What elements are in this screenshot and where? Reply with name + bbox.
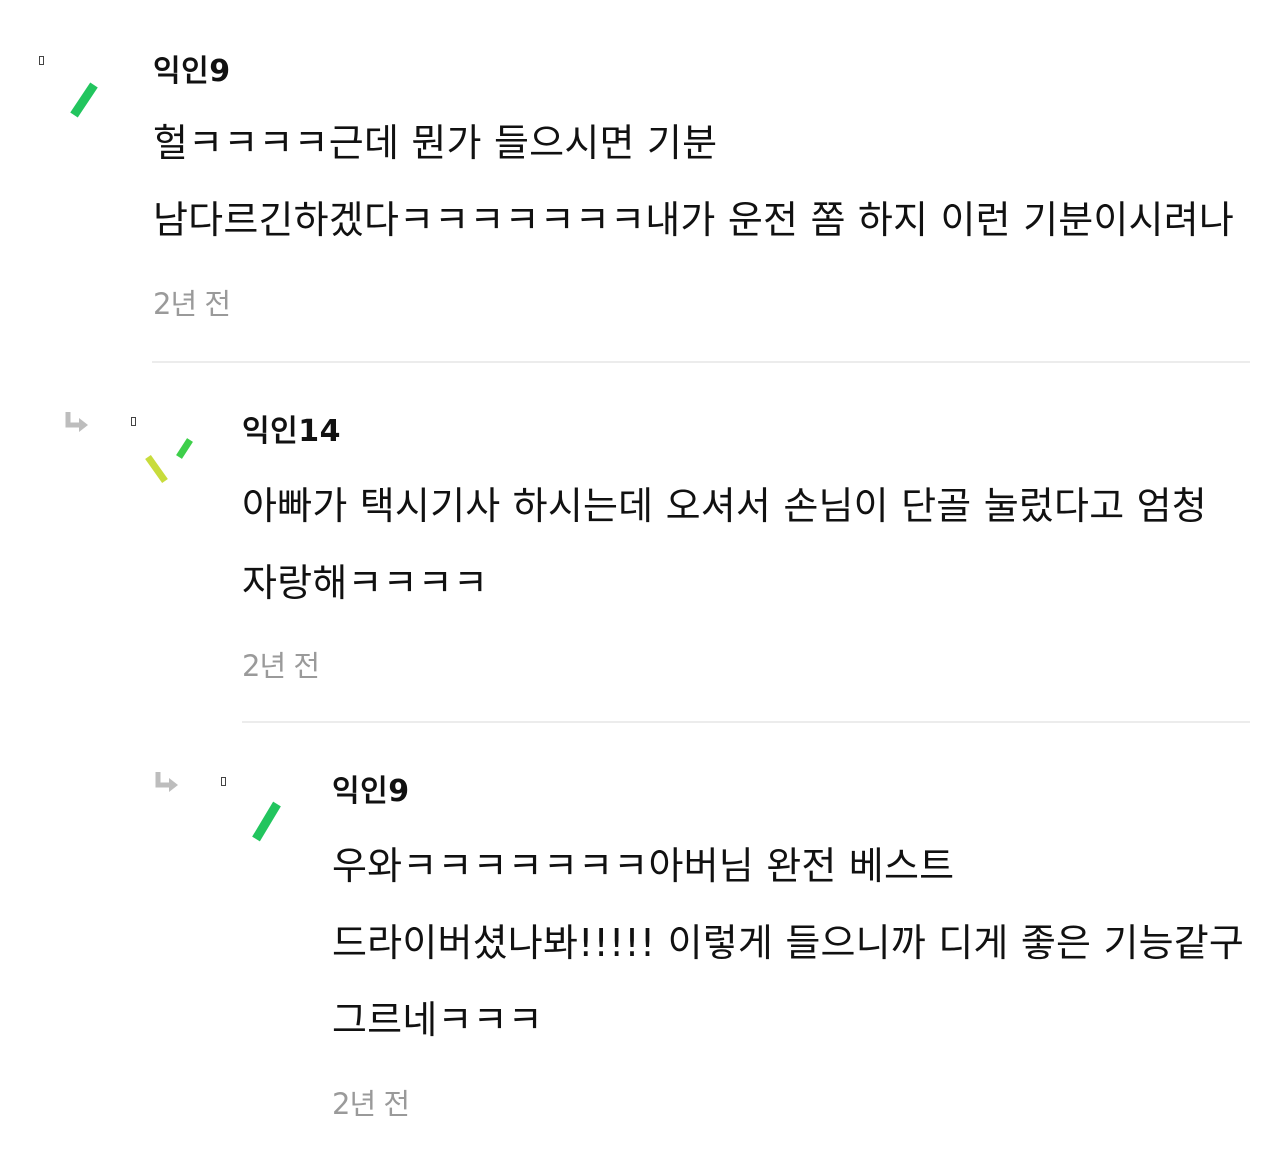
divider (242, 721, 1250, 723)
comment-time: 2년 전 (153, 287, 231, 321)
avatar (145, 438, 193, 484)
comment-menu-dot[interactable] (131, 417, 136, 426)
comment-time: 2년 전 (242, 649, 320, 683)
reply-arrow-icon (65, 412, 88, 432)
divider (152, 361, 1250, 363)
comment-item: 익인9 우와ㅋㅋㅋㅋㅋㅋㅋ아버님 완전 베스트 드라이버셨나봐!!!!! 이렇게… (0, 725, 1280, 1168)
comment-item: 익인9 헐ㅋㅋㅋㅋ근데 뭔가 들으시면 기분 남다르긴하겠다ㅋㅋㅋㅋㅋㅋㅋ내가 … (0, 0, 1280, 365)
comment-item: 익인14 아빠가 택시기사 하시는데 오셔서 손님이 단골 눌렀다고 엄청 자랑… (0, 365, 1280, 725)
avatar (252, 801, 281, 842)
avatar (70, 82, 98, 118)
comment-menu-dot[interactable] (221, 777, 226, 786)
comment-time: 2년 전 (332, 1087, 410, 1121)
comment-author[interactable]: 익인9 (153, 52, 231, 92)
comment-author[interactable]: 익인14 (242, 412, 341, 452)
comment-text: 우와ㅋㅋㅋㅋㅋㅋㅋ아버님 완전 베스트 드라이버셨나봐!!!!! 이렇게 들으니… (332, 844, 1245, 1042)
comment-text: 헐ㅋㅋㅋㅋ근데 뭔가 들으시면 기분 남다르긴하겠다ㅋㅋㅋㅋㅋㅋㅋ내가 운전 쫌… (153, 121, 1235, 242)
reply-arrow-icon (155, 772, 178, 792)
comment-author[interactable]: 익인9 (332, 772, 410, 812)
comment-menu-dot[interactable] (39, 56, 44, 65)
comment-text: 아빠가 택시기사 하시는데 오셔서 손님이 단골 눌렀다고 엄청 자랑해ㅋㅋㅋㅋ (242, 484, 1207, 605)
